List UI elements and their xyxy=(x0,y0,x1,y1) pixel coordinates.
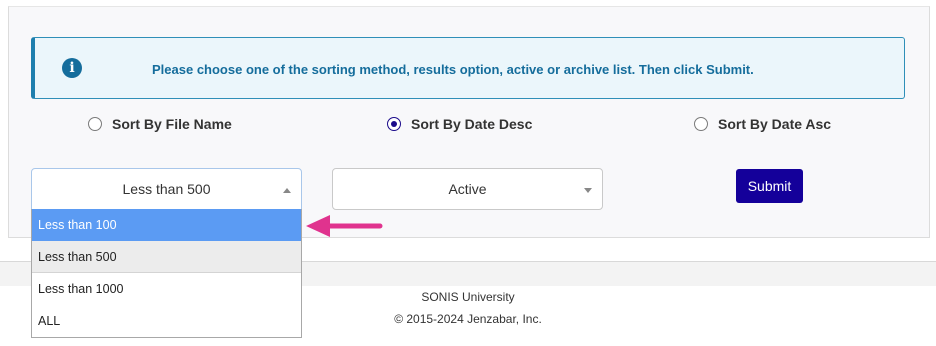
results-select-value: Less than 500 xyxy=(122,181,211,197)
pointer-arrow-icon xyxy=(306,215,383,237)
caret-down-icon xyxy=(584,188,592,193)
results-select[interactable]: Less than 500 xyxy=(31,168,302,210)
radio-sort-file-name[interactable]: Sort By File Name xyxy=(88,115,232,133)
radio-button[interactable] xyxy=(694,117,708,131)
radio-label: Sort By File Name xyxy=(112,116,232,132)
page: i Please choose one of the sorting metho… xyxy=(0,0,936,346)
info-alert: i Please choose one of the sorting metho… xyxy=(31,37,905,99)
results-dropdown-list: Less than 100 Less than 500 Less than 10… xyxy=(31,209,302,338)
radio-sort-date-desc[interactable]: Sort By Date Desc xyxy=(387,115,532,133)
info-circle-icon: i xyxy=(62,58,82,78)
dropdown-option-all[interactable]: ALL xyxy=(32,305,301,337)
submit-button[interactable]: Submit xyxy=(736,169,803,203)
radio-sort-date-asc[interactable]: Sort By Date Asc xyxy=(694,115,831,133)
dropdown-option-less-than-500[interactable]: Less than 500 xyxy=(32,241,301,273)
alert-message: Please choose one of the sorting method,… xyxy=(152,62,754,77)
radio-button-checked[interactable] xyxy=(387,117,401,131)
dropdown-option-less-than-100[interactable]: Less than 100 xyxy=(32,209,301,241)
caret-up-icon xyxy=(283,188,291,193)
dropdown-option-less-than-1000[interactable]: Less than 1000 xyxy=(32,273,301,305)
radio-label: Sort By Date Desc xyxy=(411,116,533,132)
radio-button[interactable] xyxy=(88,117,102,131)
status-select-value: Active xyxy=(448,181,487,197)
radio-label: Sort By Date Asc xyxy=(718,116,832,132)
status-select[interactable]: Active xyxy=(332,168,603,210)
